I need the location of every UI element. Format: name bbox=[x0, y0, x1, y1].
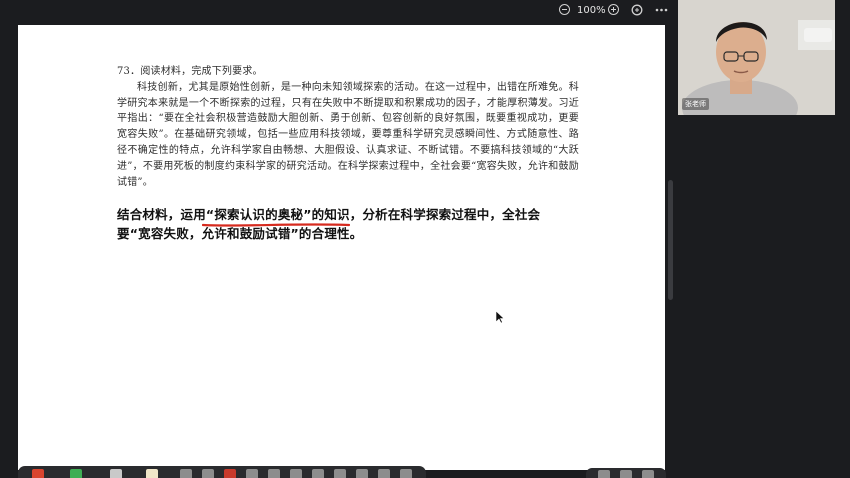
question-heading: 73．阅读材料，完成下列要求。 bbox=[117, 66, 263, 77]
next-page-icon[interactable] bbox=[642, 470, 654, 478]
text-tool-icon[interactable] bbox=[202, 469, 214, 478]
page-controls bbox=[586, 468, 666, 478]
record-icon[interactable] bbox=[224, 469, 236, 478]
pen-tool-icon[interactable] bbox=[32, 469, 44, 478]
page-scrollbar[interactable] bbox=[668, 180, 673, 300]
page-grid-icon[interactable] bbox=[620, 470, 632, 478]
task-highlight: “探索认识的奥秘” bbox=[205, 207, 312, 222]
more-icon[interactable] bbox=[654, 4, 669, 19]
fullscreen-icon[interactable] bbox=[629, 4, 644, 19]
viewer-toolbar: 100% bbox=[0, 0, 678, 24]
bottom-toolbar bbox=[18, 466, 426, 478]
webcam-name-label: 张老师 bbox=[682, 98, 709, 110]
scissors-icon[interactable] bbox=[312, 469, 324, 478]
marker-tool-icon[interactable] bbox=[70, 469, 82, 478]
screen: 100% 73．阅读材料，完成下列要求。 科技创新，尤其是原始性创新，是一种向未… bbox=[0, 0, 850, 478]
eraser-icon[interactable] bbox=[378, 469, 390, 478]
undo-icon[interactable] bbox=[334, 469, 346, 478]
notes-icon[interactable] bbox=[146, 469, 158, 478]
settings-icon[interactable] bbox=[400, 469, 412, 478]
image-tool-icon[interactable] bbox=[246, 469, 258, 478]
zoom-level: 100% bbox=[577, 5, 606, 16]
zoom-out-icon[interactable] bbox=[557, 4, 572, 19]
webcam-view: 张老师 bbox=[678, 0, 835, 115]
clipboard-icon[interactable] bbox=[110, 469, 122, 478]
question-body: 科技创新，尤其是原始性创新，是一种向未知领域探索的活动。在这一过程中，出错在所难… bbox=[117, 81, 579, 188]
mouse-cursor-icon bbox=[495, 310, 505, 324]
prev-page-icon[interactable] bbox=[598, 470, 610, 478]
shape-tool-icon[interactable] bbox=[180, 469, 192, 478]
redo-icon[interactable] bbox=[356, 469, 368, 478]
task-prefix: 结合材料，运用 bbox=[117, 207, 206, 222]
red-underline-annotation bbox=[202, 223, 350, 227]
layout-tool-icon[interactable] bbox=[290, 469, 302, 478]
table-tool-icon[interactable] bbox=[268, 469, 280, 478]
document-page: 73．阅读材料，完成下列要求。 科技创新，尤其是原始性创新，是一种向未知领域探索… bbox=[18, 25, 665, 470]
question-material: 73．阅读材料，完成下列要求。 科技创新，尤其是原始性创新，是一种向未知领域探索… bbox=[117, 64, 579, 190]
zoom-in-icon[interactable] bbox=[606, 4, 621, 19]
